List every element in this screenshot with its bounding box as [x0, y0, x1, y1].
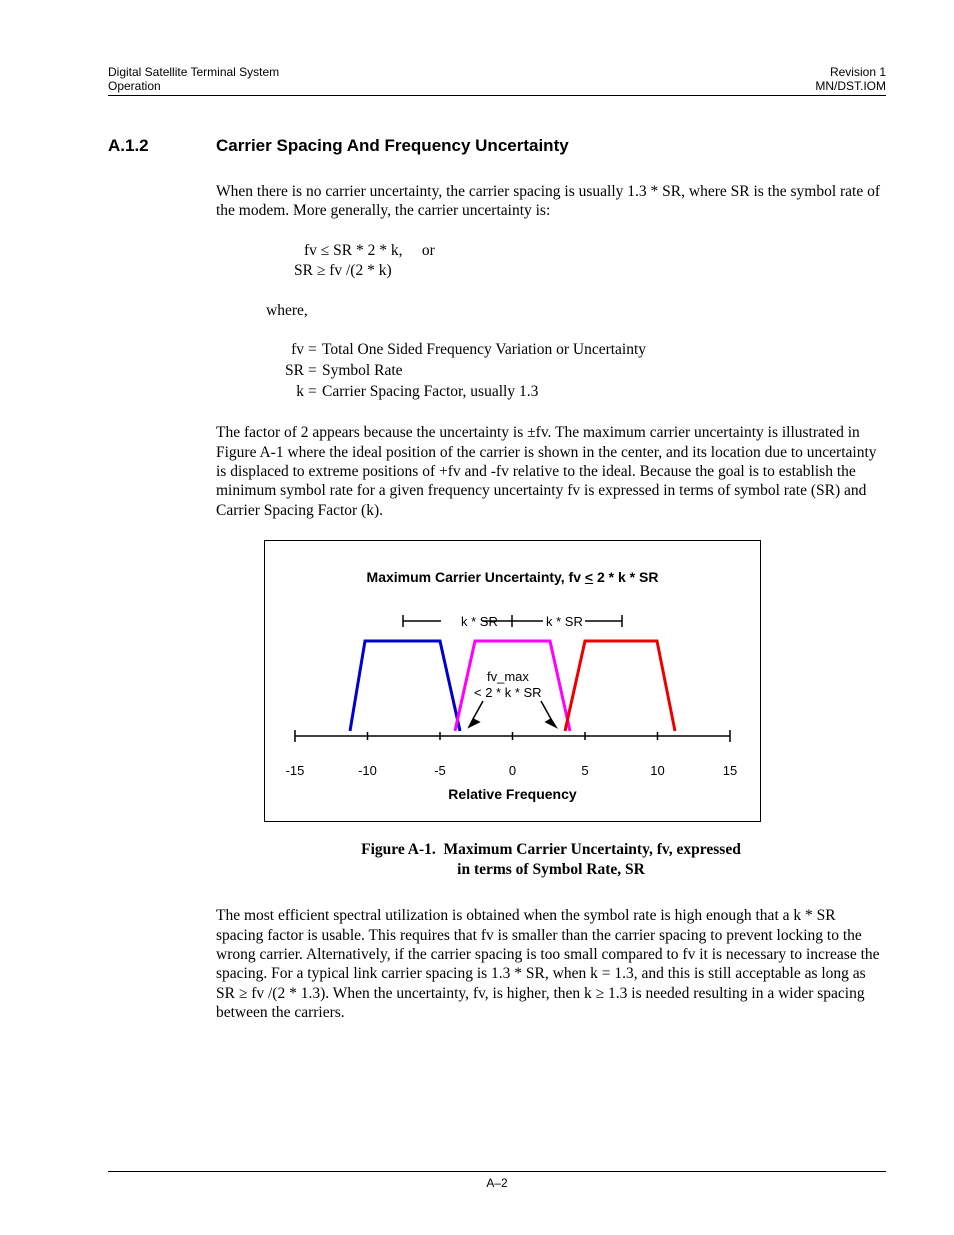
header-right-line1: Revision 1 [815, 65, 886, 79]
def-symbol: fv [276, 340, 308, 361]
def-text: Carrier Spacing Factor, usually 1.3 [322, 382, 538, 403]
equals-sign: = [308, 382, 322, 403]
definition-row: SR = Symbol Rate [276, 361, 886, 382]
definition-row: k = Carrier Spacing Factor, usually 1.3 [276, 382, 886, 403]
x-tick: 10 [650, 763, 664, 779]
chart-span-right: k * SR [546, 614, 583, 629]
paragraph-1: When there is no carrier uncertainty, th… [216, 182, 886, 221]
chart-fvmax-line2: < 2 * k * SR [474, 685, 542, 700]
header-left-line1: Digital Satellite Terminal System [108, 65, 279, 79]
figure-caption: Figure A-1. Maximum Carrier Uncertainty,… [216, 840, 886, 880]
header-right-line2: MN/DST.IOM [815, 79, 886, 93]
footer-page-number: A–2 [108, 1171, 886, 1190]
chart-container: k * SR k * SR fv_max < 2 * k * SR Maximu… [264, 540, 761, 822]
def-text: Symbol Rate [322, 361, 403, 382]
figure-a1: k * SR k * SR fv_max < 2 * k * SR Maximu… [264, 540, 886, 822]
def-text: Total One Sided Frequency Variation or U… [322, 340, 646, 361]
chart-title: Maximum Carrier Uncertainty, fv < 2 * k … [265, 569, 760, 587]
section-number: A.1.2 [108, 136, 216, 156]
x-tick: 0 [509, 763, 516, 779]
section-heading: A.1.2Carrier Spacing And Frequency Uncer… [108, 136, 886, 156]
page-header: Digital Satellite Terminal System Operat… [108, 65, 886, 93]
definition-row: fv = Total One Sided Frequency Variation… [276, 340, 886, 361]
def-symbol: k [276, 382, 308, 403]
equation-block: fv ≤ SR * 2 * k, or SR ≥ fv /(2 * k) [294, 241, 886, 281]
definition-list: fv = Total One Sided Frequency Variation… [276, 340, 886, 403]
figure-caption-line1: Figure A-1. Maximum Carrier Uncertainty,… [216, 840, 886, 860]
x-tick: -15 [286, 763, 305, 779]
equals-sign: = [308, 340, 322, 361]
figure-caption-line2: in terms of Symbol Rate, SR [216, 860, 886, 880]
page-footer: A–2 [108, 1171, 886, 1190]
header-left-line2: Operation [108, 79, 279, 93]
chart-span-left: k * SR [461, 614, 498, 629]
equation-1: fv ≤ SR * 2 * k, or [294, 241, 886, 261]
x-tick-labels: -15 -10 -5 0 5 10 15 [265, 763, 760, 779]
x-tick: 5 [581, 763, 588, 779]
header-rule [108, 95, 886, 96]
section-title: Carrier Spacing And Frequency Uncertaint… [216, 136, 569, 155]
equation-2: SR ≥ fv /(2 * k) [294, 261, 886, 281]
x-axis-label: Relative Frequency [265, 786, 760, 804]
paragraph-2: The factor of 2 appears because the unce… [216, 423, 886, 520]
x-tick: 15 [723, 763, 737, 779]
x-tick: -5 [434, 763, 446, 779]
paragraph-3: The most efficient spectral utilization … [216, 906, 886, 1022]
def-symbol: SR [276, 361, 308, 382]
where-label: where, [266, 301, 886, 320]
equals-sign: = [308, 361, 322, 382]
x-tick: -10 [358, 763, 377, 779]
chart-fvmax-line1: fv_max [487, 669, 529, 684]
